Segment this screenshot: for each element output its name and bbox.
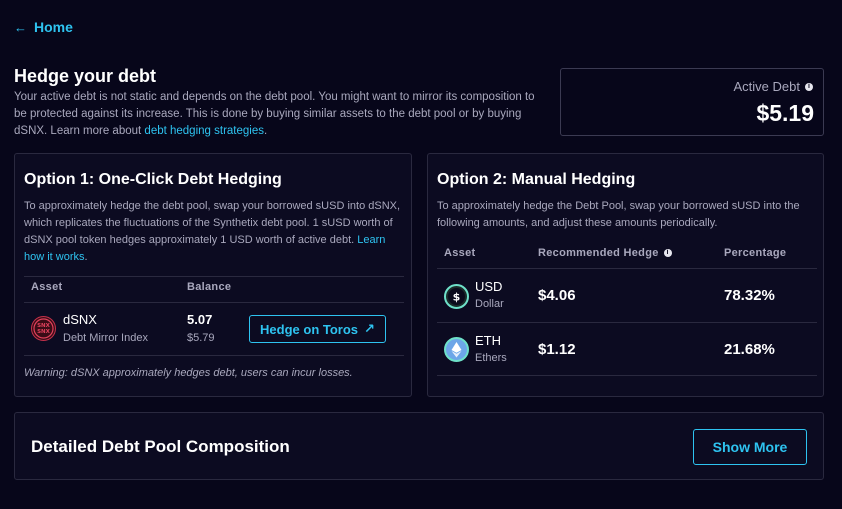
active-debt-box: Active Debt i $5.19: [560, 68, 824, 136]
col-balance: Balance: [187, 281, 232, 293]
dsnx-sub: Debt Mirror Index: [63, 332, 148, 344]
dsnx-icon: SNX SNX: [31, 316, 56, 341]
col-asset: Asset: [444, 247, 476, 259]
page-description-end: .: [263, 125, 268, 137]
usd-sub: Dollar: [475, 298, 504, 310]
divider: [24, 276, 404, 277]
detailed-composition-card: Detailed Debt Pool Composition Show More: [14, 412, 824, 480]
debt-hedging-strategies-link[interactable]: debt hedging strategies: [144, 125, 264, 137]
option2-title: Option 2: Manual Hedging: [437, 171, 636, 188]
option2-description: To approximately hedge the Debt Pool, sw…: [437, 200, 800, 229]
divider: [437, 322, 817, 323]
option1-description-end: .: [84, 251, 88, 263]
active-debt-value: $5.19: [756, 100, 814, 126]
svg-text:SNX: SNX: [37, 329, 51, 335]
usd-hedge: $4.06: [538, 287, 576, 304]
option1-description: To approximately hedge the debt pool, sw…: [24, 198, 404, 266]
eth-sub: Ethers: [475, 352, 507, 364]
show-more-button[interactable]: Show More: [693, 429, 807, 465]
warning-text: Warning: dSNX approximately hedges debt,…: [24, 367, 353, 379]
dsnx-balance: 5.07: [187, 312, 213, 327]
hedge-on-toros-button[interactable]: Hedge on Toros ↗: [249, 315, 386, 343]
page-title: Hedge your debt: [14, 66, 157, 86]
dsnx-logo-icon: SNX SNX: [33, 318, 54, 339]
option1-card: Option 1: One-Click Debt Hedging To appr…: [14, 153, 412, 397]
detailed-title: Detailed Debt Pool Composition: [31, 437, 290, 456]
col-percentage: Percentage: [724, 247, 787, 259]
usd-name: USD: [475, 279, 503, 294]
usd-percentage: 78.32%: [724, 287, 775, 304]
hedge-on-toros-label: Hedge on Toros: [260, 321, 359, 337]
col-recommended-hedge: Recommended Hedge i: [538, 247, 672, 259]
active-debt-label: Active Debt: [733, 79, 800, 94]
option1-title: Option 1: One-Click Debt Hedging: [24, 171, 282, 188]
eth-icon: [444, 337, 469, 362]
option1-description-text: To approximately hedge the debt pool, sw…: [24, 200, 401, 246]
dsnx-name: dSNX: [63, 312, 97, 327]
external-arrow-icon: ↗: [364, 321, 375, 336]
usd-icon: $: [444, 284, 469, 309]
home-link[interactable]: ← Home: [14, 19, 73, 35]
page-description: Your active debt is not static and depen…: [14, 89, 544, 140]
divider: [24, 355, 404, 356]
col-asset: Asset: [31, 281, 63, 293]
ethereum-icon: [451, 342, 462, 358]
col-recommended-hedge-label: Recommended Hedge: [538, 247, 659, 259]
home-label: Home: [34, 19, 73, 35]
svg-text:$: $: [453, 291, 461, 304]
arrow-left-icon: ←: [14, 19, 27, 35]
eth-hedge: $1.12: [538, 341, 576, 358]
divider: [437, 268, 817, 269]
divider: [437, 375, 817, 376]
option2-card: Option 2: Manual Hedging To approximatel…: [427, 153, 824, 397]
info-icon[interactable]: i: [663, 249, 672, 257]
page-description-text: Your active debt is not static and depen…: [14, 91, 535, 137]
dollar-icon: $: [448, 288, 465, 305]
eth-name: ETH: [475, 333, 501, 348]
dsnx-balance-usd: $5.79: [187, 332, 215, 344]
active-debt-label-row: Active Debt i: [734, 79, 813, 94]
info-icon[interactable]: i: [805, 82, 813, 91]
eth-percentage: 21.68%: [724, 341, 775, 358]
divider: [24, 302, 404, 303]
